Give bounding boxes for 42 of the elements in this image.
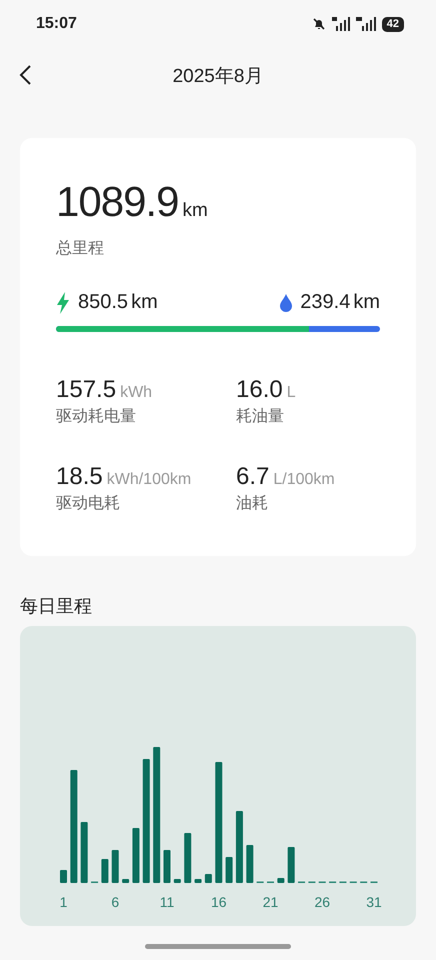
battery-level: 42 [382,16,404,32]
back-icon[interactable] [18,64,32,86]
axis-label: 16 [210,894,227,910]
page-title: 2025年8月 [172,65,264,89]
chart-bar [184,833,192,883]
stat-label: 驱动电耗 [56,494,121,514]
chart-bar [174,879,181,883]
chart-bar [60,870,67,883]
chart-bar [122,879,130,883]
chart-bar [80,822,88,883]
fuel-distance: 239.4 km [300,291,380,314]
axis-label: 21 [262,894,278,910]
chart-bar [164,850,170,883]
chart-bar [204,874,212,883]
droplet-icon [280,294,292,312]
chart-bar [112,850,119,883]
chart-bar [236,811,243,883]
axis-label: 31 [366,894,382,910]
axis-label: 1 [60,894,68,910]
lightning-icon [56,292,70,314]
chart-bar [246,845,254,883]
chart-bar [226,857,233,883]
axis-label: 11 [160,894,174,910]
electric-distance: 850.5 km [78,291,158,314]
chart-bar [288,847,295,883]
stat-label: 油耗 [236,494,269,514]
bell-muted-icon [312,17,326,31]
chart-bar [101,859,108,883]
status-time: 15:07 [36,15,78,33]
axis-label: 26 [314,894,330,910]
chart-bar [277,878,284,883]
axis-label: 6 [111,894,120,910]
stat-label: 耗油量 [236,406,285,427]
signal-icon [332,17,350,31]
chart-bar [194,879,202,883]
chart-bar [132,828,140,883]
chart-zero-mark [91,882,98,883]
section-title: 每日里程 [20,595,93,618]
signal-icon [356,17,376,31]
total-distance: 1089.9 km [56,178,208,227]
total-distance-label: 总里程 [56,239,105,259]
stat-label: 驱动耗电量 [56,406,137,427]
